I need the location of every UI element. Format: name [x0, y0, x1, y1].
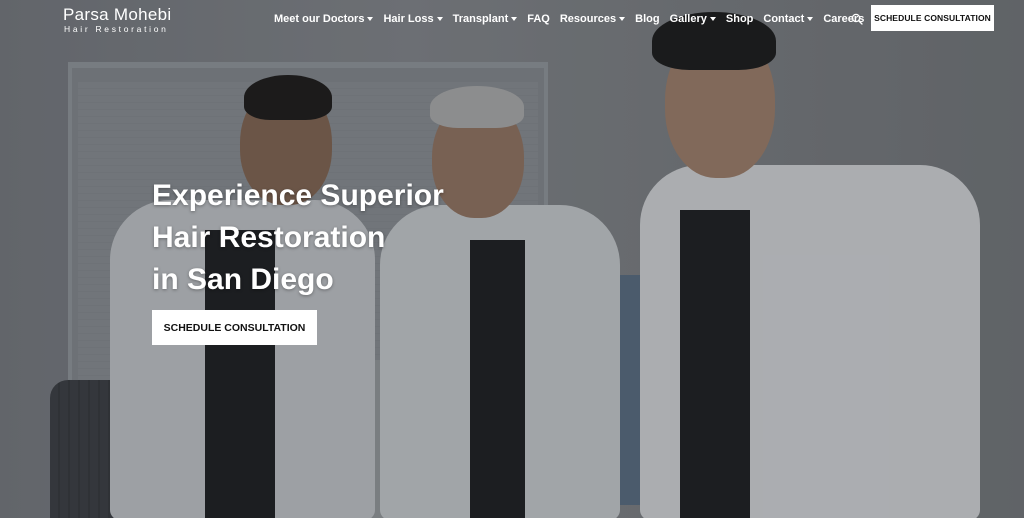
headline-line-2: Hair Restoration [152, 221, 386, 254]
site-logo[interactable]: Parsa Mohebi Hair Restoration [63, 5, 172, 35]
caret-down-icon [807, 17, 814, 21]
main-nav: Meet our Doctors Hair Loss Transplant FA… [274, 11, 874, 27]
nav-item-label: Gallery [669, 13, 707, 25]
nav-item-label: Resources [559, 13, 617, 25]
nav-item-label: Shop [725, 13, 754, 25]
nav-item-label: FAQ [527, 13, 550, 25]
caret-down-icon [367, 17, 374, 21]
search-icon[interactable] [851, 12, 863, 25]
headline-line-1: Experience Superior [152, 179, 444, 212]
nav-item-gallery[interactable]: Gallery [670, 13, 716, 25]
header-schedule-consultation-button[interactable]: SCHEDULE CONSULTATION [871, 5, 994, 31]
logo-tagline: Hair Restoration [64, 24, 169, 34]
nav-item-label: Transplant [452, 13, 509, 25]
hero-schedule-consultation-button[interactable]: SCHEDULE CONSULTATION [152, 310, 317, 345]
nav-item-blog[interactable]: Blog [635, 13, 659, 25]
caret-down-icon [619, 17, 626, 21]
caret-down-icon [511, 17, 518, 21]
logo-name: Parsa Mohebi [63, 5, 172, 24]
nav-item-label: Meet our Doctors [274, 13, 365, 25]
hero-headline: Experience Superior Hair Restoration in … [152, 175, 472, 301]
nav-item-contact[interactable]: Contact [763, 13, 814, 25]
nav-item-label: Blog [635, 13, 660, 25]
nav-item-hair-loss[interactable]: Hair Loss [383, 13, 443, 25]
nav-item-shop[interactable]: Shop [726, 13, 754, 25]
caret-down-icon [436, 17, 443, 21]
nav-item-label: Contact [763, 13, 805, 25]
nav-item-transplant[interactable]: Transplant [453, 13, 518, 25]
nav-item-resources[interactable]: Resources [559, 13, 626, 25]
caret-down-icon [709, 17, 716, 21]
nav-item-meet-our-doctors[interactable]: Meet our Doctors [274, 13, 374, 25]
headline-line-3: in San Diego [152, 263, 334, 296]
nav-item-faq[interactable]: FAQ [527, 13, 550, 25]
nav-item-label: Hair Loss [383, 13, 434, 25]
